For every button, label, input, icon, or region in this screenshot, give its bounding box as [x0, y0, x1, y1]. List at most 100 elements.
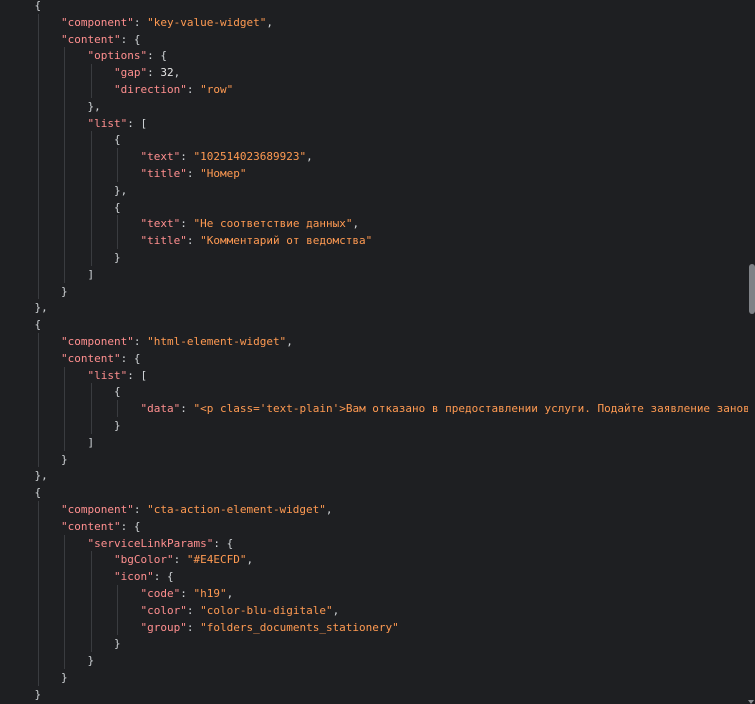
indent-guide [37, 13, 39, 300]
code-line[interactable]: } [61, 669, 68, 686]
json-punctuation: : [180, 587, 194, 600]
json-punctuation: , [226, 587, 234, 600]
code-line[interactable]: } [61, 451, 68, 468]
json-key: "component" [61, 15, 134, 29]
json-punctuation: { [114, 133, 121, 147]
json-key: "content" [61, 519, 121, 533]
code-line[interactable]: }, [35, 299, 48, 316]
code-line[interactable]: "text": "Не соответствие данных", [141, 215, 360, 232]
code-line[interactable]: ] [88, 266, 95, 283]
json-key: "direction" [114, 83, 187, 96]
json-key: "data" [140, 402, 181, 416]
json-punctuation: : [186, 603, 201, 617]
code-line[interactable]: "component": "key-value-widget", [61, 14, 273, 31]
indent-guide [90, 131, 92, 266]
code-line[interactable]: "content": { [61, 350, 140, 367]
code-line[interactable]: }, [88, 98, 101, 115]
json-key: "list" [87, 116, 128, 130]
scroll-down-arrow-icon[interactable] [748, 700, 754, 704]
code-line[interactable]: "title": "Номер" [141, 165, 247, 182]
vertical-scrollbar[interactable] [748, 0, 755, 704]
code-line[interactable]: "color": "color-blu-digitale", [141, 602, 340, 619]
json-key: "content" [61, 351, 121, 365]
json-punctuation: : { [147, 49, 167, 63]
json-string: "<p class='text-plain'>Вам отказано в пр… [193, 402, 750, 416]
code-line[interactable]: "icon": { [114, 568, 174, 585]
json-punctuation: , [352, 217, 360, 231]
code-line[interactable]: "content": { [61, 31, 140, 48]
code-line[interactable]: { [35, 484, 42, 501]
json-punctuation: : { [120, 519, 141, 533]
json-punctuation: } [114, 419, 121, 432]
json-key: "component" [61, 503, 134, 516]
json-punctuation: } [34, 687, 42, 701]
json-string: "102514023689923" [193, 150, 307, 164]
code-line[interactable]: "code": "h19", [141, 585, 234, 602]
json-punctuation: : [186, 83, 201, 96]
code-line[interactable]: }, [114, 182, 127, 199]
code-line[interactable]: "group": "folders_documents_stationery" [141, 619, 399, 636]
json-punctuation: { [34, 318, 42, 332]
code-line[interactable]: "text": "102514023689923", [141, 148, 313, 165]
json-key: "component" [61, 335, 134, 348]
code-line[interactable]: } [114, 417, 121, 434]
json-string: "row" [200, 83, 234, 96]
code-line[interactable]: "content": { [61, 518, 140, 535]
code-line[interactable]: "data": "<p class='text-plain'>Вам отказ… [141, 400, 750, 417]
code-line[interactable]: "serviceLinkParams": { [88, 535, 234, 552]
code-line[interactable]: "title": "Комментарий от ведомства" [141, 232, 373, 249]
json-punctuation: : { [120, 32, 141, 46]
json-punctuation: } [61, 452, 68, 466]
indent-guide [64, 366, 65, 451]
json-punctuation: : [180, 150, 194, 164]
json-key: "color" [140, 603, 187, 617]
code-line[interactable]: } [114, 249, 121, 266]
code-line[interactable]: } [35, 686, 42, 703]
json-key: "serviceLinkParams" [87, 536, 214, 550]
json-punctuation: } [87, 654, 95, 668]
json-punctuation: { [114, 385, 121, 399]
code-line[interactable]: "options": { [88, 47, 167, 64]
code-line[interactable]: "component": "cta-action-element-widget"… [61, 501, 333, 518]
indent-guide [64, 534, 65, 669]
code-line[interactable]: }, [35, 467, 48, 484]
indent-guide [117, 400, 118, 417]
indent-guide [90, 64, 92, 98]
indent-guide [37, 333, 39, 468]
code-line[interactable]: { [35, 0, 42, 14]
code-line[interactable]: { [35, 316, 42, 333]
code-line[interactable]: } [61, 283, 68, 300]
json-key: "gap" [114, 66, 148, 80]
code-line[interactable]: "direction": "row" [114, 81, 233, 98]
code-line[interactable]: { [114, 383, 121, 400]
json-string: "Номер" [200, 167, 247, 180]
json-punctuation: }, [34, 469, 48, 483]
indent-guide [64, 47, 65, 283]
code-line[interactable]: "bgColor": "#E4ECFD", [114, 551, 253, 568]
indent-guide [117, 148, 118, 182]
json-punctuation: : [133, 15, 148, 29]
json-key: "icon" [114, 570, 154, 584]
json-punctuation: : [147, 66, 161, 80]
json-string: "Не соответствие данных" [193, 217, 353, 231]
code-line[interactable]: "gap": 32, [114, 64, 180, 81]
json-punctuation: , [266, 15, 273, 29]
code-line[interactable]: ] [88, 434, 95, 451]
code-line[interactable]: "list": [ [88, 367, 148, 384]
code-line[interactable]: } [114, 635, 121, 652]
json-key: "title" [140, 167, 187, 180]
json-punctuation: ] [87, 267, 95, 281]
json-punctuation: , [173, 66, 181, 80]
indent-guide [90, 551, 92, 653]
code-line[interactable]: { [114, 199, 121, 216]
json-punctuation: }, [87, 99, 101, 113]
json-punctuation: : [180, 217, 194, 231]
scrollbar-thumb[interactable] [749, 264, 755, 314]
code-editor[interactable]: {"component": "key-value-widget", "conten… [0, 0, 755, 704]
code-line[interactable]: } [88, 652, 95, 669]
json-punctuation: : { [213, 536, 234, 550]
code-line[interactable]: "component": "html-element-widget", [61, 333, 293, 350]
code-line[interactable]: "list": [ [88, 115, 148, 132]
code-line[interactable]: { [114, 131, 121, 148]
json-punctuation: , [332, 603, 340, 617]
